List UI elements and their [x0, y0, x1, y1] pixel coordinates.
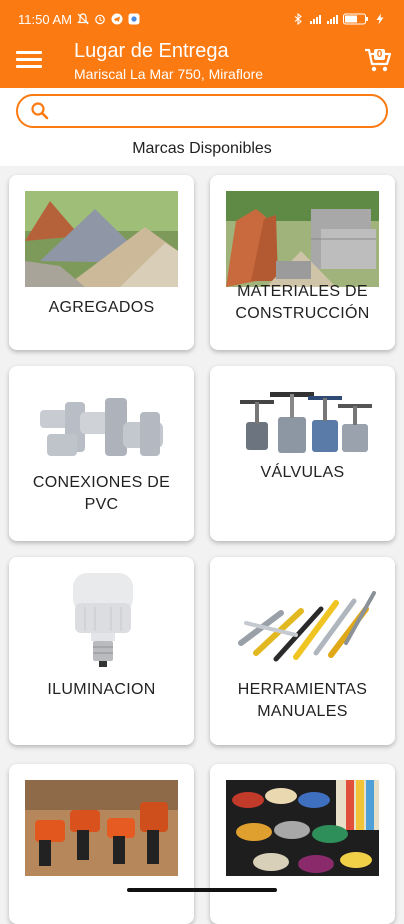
app-header: 11:50 AM Lugar de Entrega Mariscal La Ma… — [0, 0, 404, 88]
gravel-piles-image — [25, 191, 178, 287]
category-label: AGREGADOS — [48, 299, 155, 316]
led-bulb-image — [25, 573, 178, 669]
paint-cans-image — [226, 780, 379, 876]
search-bar[interactable] — [16, 94, 388, 128]
hamburger-menu-icon[interactable] — [16, 47, 42, 71]
app-notification-icon — [128, 13, 140, 25]
category-card-conexiones-pvc[interactable]: CONEXIONES DE PVC — [9, 366, 194, 541]
signal-2-icon — [326, 13, 338, 25]
category-card-agregados[interactable]: AGREGADOS — [9, 175, 194, 350]
cart-button[interactable]: 0 — [364, 46, 392, 74]
pvc-fittings-image — [25, 382, 178, 478]
battery-icon — [343, 13, 369, 25]
category-label: ILUMINACION — [47, 681, 156, 698]
category-card-valvulas[interactable]: VÁLVULAS — [210, 366, 395, 541]
delivery-address[interactable]: Mariscal La Mar 750, Miraflore — [74, 66, 314, 82]
category-card-herramientas-manuales[interactable]: HERRAMIENTAS MANUALES — [210, 557, 395, 745]
category-card-materiales-construccion[interactable]: MATERIALES DE CONSTRUCCIÓN — [210, 175, 395, 350]
search-section: Marcas Disponibles — [0, 88, 404, 166]
search-input[interactable] — [58, 100, 382, 124]
category-card-iluminacion[interactable]: ILUMINACION — [9, 557, 194, 745]
signal-icon — [309, 13, 321, 25]
category-card-pinturas[interactable] — [210, 764, 395, 924]
category-label: MATERIALES DE CONSTRUCCIÓN — [235, 283, 370, 322]
section-title: Marcas Disponibles — [132, 140, 272, 157]
home-indicator[interactable] — [127, 888, 277, 892]
bluetooth-icon — [292, 13, 304, 25]
category-label: VÁLVULAS — [260, 464, 345, 481]
delivery-title[interactable]: Lugar de Entrega — [74, 40, 229, 63]
telegram-icon — [111, 13, 123, 25]
cart-count-badge: 0 — [374, 49, 385, 60]
status-bar: 11:50 AM — [0, 0, 404, 38]
status-time: 11:50 AM — [18, 11, 72, 27]
bricks-blocks-image — [226, 191, 379, 287]
category-card-herramientas-electricas[interactable] — [9, 764, 194, 924]
power-tools-image — [25, 780, 178, 876]
alarm-icon — [94, 13, 106, 25]
category-label: HERRAMIENTAS MANUALES — [237, 681, 368, 720]
search-icon — [31, 102, 49, 120]
mute-bell-icon — [77, 13, 89, 25]
hand-tools-image — [226, 573, 379, 669]
category-label: CONEXIONES DE PVC — [32, 474, 171, 513]
charging-icon — [374, 13, 386, 25]
